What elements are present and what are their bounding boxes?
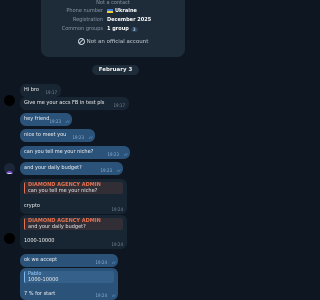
ukraine-flag-icon — [107, 9, 113, 13]
message-text: and your daily budget? — [24, 165, 82, 171]
message-time: 19:24 — [111, 242, 123, 247]
outgoing-message[interactable]: hey friend 19:23 ✓✓ — [20, 113, 72, 126]
incoming-message[interactable]: Hi bro 19:17 — [20, 84, 61, 97]
reply-quote[interactable]: Pablo 1000-10000 — [24, 271, 114, 283]
sender-avatar[interactable] — [4, 233, 15, 244]
incoming-reply-message[interactable]: DIAMOND AGENCY ADMIN can you tell me you… — [20, 179, 127, 214]
phone-value-text: Ukraine — [115, 8, 137, 14]
common-groups-value[interactable]: 1 group 3 — [107, 26, 138, 32]
quote-text: 1000-10000 — [28, 277, 59, 283]
date-separator: February 3 — [92, 65, 139, 75]
outgoing-reply-message[interactable]: Pablo 1000-10000 7 % for start 19:24 ✓✓ — [20, 268, 118, 300]
quote-text: and your daily budget? — [28, 224, 86, 230]
registration-value: December 2025 — [107, 17, 152, 23]
official-status: Not an official account — [41, 38, 185, 45]
message-time: 19:24 — [95, 260, 107, 265]
message-time: 19:17 — [45, 90, 57, 95]
not-contact-label: Not a contact — [96, 0, 130, 6]
message-text: Hi bro — [24, 87, 39, 93]
outgoing-message[interactable]: ok we accept 19:24 ✓✓ — [20, 254, 118, 267]
message-text: crypto — [24, 203, 40, 209]
message-text: 7 % for start — [24, 291, 56, 297]
reply-quote[interactable]: DIAMOND AGENCY ADMIN and your daily budg… — [24, 218, 123, 230]
quote-text: can you tell me your niche? — [28, 188, 98, 194]
message-time: 19:23 — [107, 152, 119, 157]
message-time: 19:24 — [111, 207, 123, 212]
registration-label: Registration — [72, 17, 103, 23]
message-text: ok we accept — [24, 257, 58, 263]
message-time: 19:24 — [95, 293, 107, 298]
reply-quote[interactable]: DIAMOND AGENCY ADMIN can you tell me you… — [24, 182, 123, 194]
message-text: 1000-10000 — [24, 238, 55, 244]
message-text: Give me your accs FB in test pls — [24, 100, 105, 106]
double-check-icon: ✓✓ — [88, 135, 93, 140]
common-groups-label: Common groups — [61, 26, 103, 32]
message-time: 19:23 — [72, 135, 84, 140]
not-official-icon — [77, 38, 85, 45]
contact-info-card: Not a contact Phone number Ukraine Regis… — [41, 0, 185, 57]
outgoing-message[interactable]: can you tell me your niche? 19:23 ✓✓ — [20, 146, 130, 159]
outgoing-message[interactable]: nice to meet you 19:23 ✓✓ — [20, 129, 95, 142]
message-text: nice to meet you — [24, 132, 67, 138]
double-check-icon: ✓✓ — [65, 119, 70, 124]
message-text: hey friend — [24, 116, 50, 122]
incoming-message[interactable]: Give me your accs FB in test pls 19:17 — [20, 97, 129, 110]
message-time: 19:17 — [113, 103, 125, 108]
outgoing-message[interactable]: and your daily budget? 19:23 ✓✓ — [20, 162, 123, 175]
message-text: can you tell me your niche? — [24, 149, 94, 155]
message-time: 19:23 — [100, 168, 112, 173]
common-groups-text: 1 group — [107, 26, 129, 32]
official-text: Not an official account — [86, 39, 149, 45]
phone-label: Phone number — [66, 8, 103, 14]
phone-value: Ukraine — [107, 8, 137, 14]
sender-avatar[interactable] — [4, 95, 15, 106]
incoming-reply-message[interactable]: DIAMOND AGENCY ADMIN and your daily budg… — [20, 215, 127, 249]
double-check-icon: ✓✓ — [116, 168, 121, 173]
groups-count-badge: 3 — [130, 26, 138, 32]
double-check-icon: ✓✓ — [111, 260, 116, 265]
message-time: 19:23 — [49, 119, 61, 124]
agency-avatar-icon[interactable] — [4, 163, 15, 174]
double-check-icon: ✓✓ — [111, 293, 116, 298]
double-check-icon: ✓✓ — [123, 152, 128, 157]
